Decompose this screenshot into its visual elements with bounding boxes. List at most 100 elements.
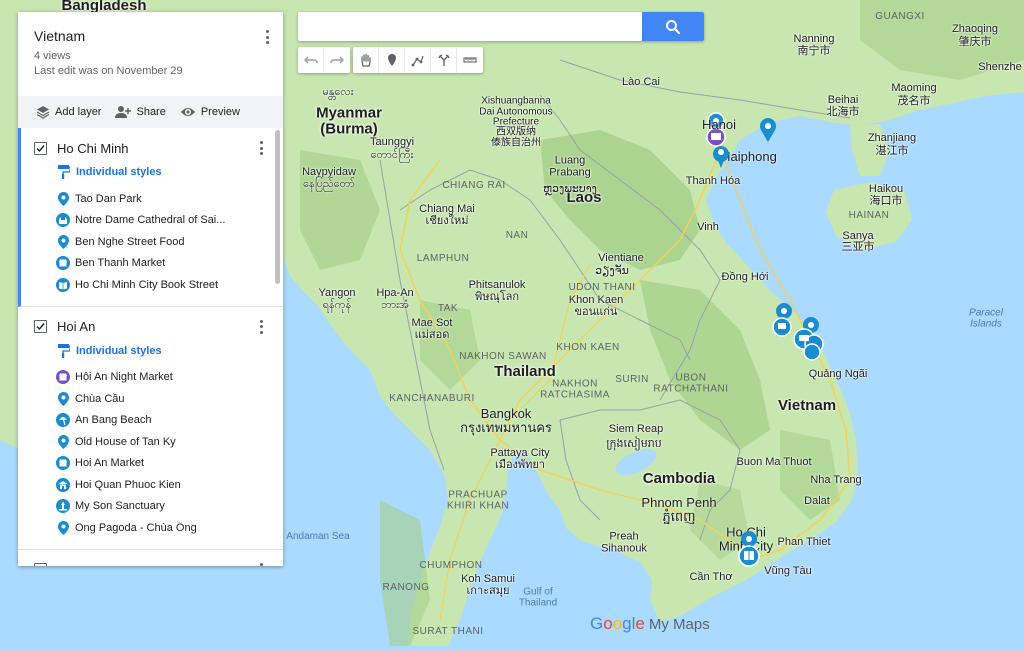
item-label: Chùa Cầu — [75, 392, 125, 405]
map-label-chiang-mai-th: เชียงใหม่ — [425, 215, 469, 228]
item-label: Ong Pagoda - Chùa Ông — [75, 521, 197, 534]
layers-list: Ho Chi Minh Individual styles Tao Dan Pa… — [18, 128, 283, 566]
layer-ho-chi-minh[interactable]: Ho Chi Minh Individual styles Tao Dan Pa… — [18, 128, 283, 307]
list-item[interactable]: My Son Sanctuary — [18, 496, 283, 518]
map-label-pattaya-th: เมืองพัทยา — [494, 459, 546, 472]
map-label-andaman-sea: Andaman Sea — [286, 530, 350, 542]
layer-options-menu-icon[interactable] — [253, 318, 269, 336]
map-options-menu-icon[interactable] — [259, 28, 275, 46]
map-label-luang-prabang: Luang Prabang — [549, 154, 591, 178]
layer-style-label: Individual styles — [76, 344, 162, 357]
map-label-nan: NAN — [505, 229, 529, 241]
redo-button[interactable] — [324, 47, 350, 73]
map-title[interactable]: Vietnam — [34, 28, 267, 44]
directions-button[interactable] — [431, 47, 457, 73]
map-label-mandalay-my: မန္တလေး — [322, 86, 354, 99]
layer-options-menu-icon[interactable] — [253, 561, 269, 567]
layer-visibility-checkbox[interactable] — [34, 141, 47, 155]
map-label-yangon: Yangon — [318, 287, 356, 300]
map-label-haikou-zh: 海口市 — [869, 195, 903, 208]
add-layer-button[interactable]: Add layer — [36, 105, 101, 119]
map-label-phitsanulok: Phitsanulok — [468, 279, 526, 292]
search-button[interactable] — [642, 12, 704, 41]
layer-header — [18, 560, 283, 567]
search-icon — [666, 19, 681, 34]
landmark-icon — [56, 499, 70, 514]
map-label-chumphon: CHUMPHON — [419, 559, 483, 571]
map-label-haiphong: Haiphong — [721, 149, 777, 165]
list-item[interactable]: Ben Nghe Street Food — [21, 231, 283, 253]
list-item[interactable]: Tao Dan Park — [21, 188, 283, 210]
list-item[interactable]: Ben Thanh Market — [21, 253, 283, 275]
paint-roller-icon — [58, 343, 70, 358]
map-label-haikou: Haikou — [868, 183, 904, 196]
map-label-mae-sot-th: แม่สอด — [414, 329, 450, 342]
map-label-thailand: Thailand — [494, 363, 556, 381]
layer-next-partial[interactable] — [18, 550, 283, 567]
list-item[interactable]: An Bang Beach — [18, 410, 283, 432]
undo-button[interactable] — [298, 47, 324, 73]
map-label-taunggyi-my: တောင်ကြီး — [370, 149, 414, 162]
layer-title[interactable]: Hoi An — [57, 319, 95, 334]
list-item[interactable]: Notre Dame Cathedral of Sai... — [21, 210, 283, 232]
share-button[interactable]: Share — [115, 105, 166, 119]
list-item[interactable]: Ho Chi Minh City Book Street — [21, 274, 283, 296]
map-label-mae-sot: Mae Sot — [411, 317, 453, 330]
check-icon — [36, 323, 45, 331]
eye-icon — [180, 108, 195, 116]
map-label-vung-tau: Vũng Tàu — [764, 565, 812, 578]
map-label-paracel: Paracel Islands — [969, 307, 1003, 329]
list-item[interactable]: Hoi Quan Phuoc Kien — [18, 474, 283, 496]
list-item[interactable]: Old House of Tan Ky — [18, 431, 283, 453]
map-label-hainan: HAINAN — [848, 209, 890, 221]
market-icon — [56, 256, 70, 271]
pan-tool-button[interactable] — [353, 47, 379, 73]
map-label-vietnam: Vietnam — [777, 397, 837, 415]
layer-hoi-an[interactable]: Hoi An Individual styles Hội An Night Ma… — [18, 307, 283, 550]
add-person-icon — [115, 106, 132, 118]
map-label-phnom-penh-km: ភ្នំពេញ — [662, 509, 696, 525]
measure-button[interactable] — [457, 47, 483, 73]
layer-options-menu-icon[interactable] — [253, 139, 269, 157]
map-label-phitsanulok-th: พิษณุโลก — [474, 291, 520, 304]
map-label-koh-samui: Koh Samui — [461, 573, 515, 586]
layer-visibility-checkbox[interactable] — [34, 320, 47, 333]
last-edit-text: Last edit was on November 29 — [34, 65, 183, 77]
map-label-myanmar: Myanmar (Burma) — [316, 104, 382, 137]
map-label-xishuangbanna-zh: 西双版纳 傣族自治州 — [491, 126, 541, 148]
layer-style-link[interactable]: Individual styles — [18, 340, 283, 362]
map-label-hcmc: Ho Chi Minh City — [718, 524, 774, 553]
map-label-zhanjiang: Zhanjiang — [867, 132, 917, 145]
draw-line-button[interactable] — [405, 47, 431, 73]
google-wordmark: Google — [590, 614, 645, 633]
map-label-lao-cai: Lào Cai — [622, 76, 660, 89]
map-search-box[interactable] — [298, 12, 704, 41]
layer-header: Hoi An — [18, 317, 283, 337]
map-label-bangkok: Bangkok — [480, 406, 532, 422]
add-layer-label: Add layer — [55, 106, 102, 118]
search-input[interactable] — [298, 12, 642, 41]
layer-visibility-checkbox[interactable] — [34, 563, 47, 566]
pin-icon — [56, 434, 70, 449]
layer-title[interactable]: Ho Chi Minh — [57, 141, 129, 156]
add-marker-button[interactable] — [379, 47, 405, 73]
list-item[interactable]: Hoi An Market — [18, 453, 283, 475]
map-label-buon-ma-thuot: Buon Ma Thuot — [736, 456, 812, 469]
list-item[interactable]: Chùa Cầu — [18, 388, 283, 410]
redo-icon — [330, 56, 344, 64]
map-toolbar — [298, 47, 483, 73]
map-label-gulf-of-thailand: Gulf of Thailand — [518, 586, 558, 608]
map-label-udon-thani: UDON THANI — [568, 281, 636, 293]
map-label-prachuap: PRACHUAP KHIRI KHAN — [446, 489, 510, 511]
layer-style-link[interactable]: Individual styles — [21, 161, 283, 183]
list-item[interactable]: Hội An Night Market — [18, 367, 283, 389]
map-label-hpa-an: Hpa-An — [376, 287, 414, 300]
map-label-chiang-mai: Chiang Mai — [419, 203, 475, 216]
preview-button[interactable]: Preview — [180, 106, 240, 118]
layer-header: Ho Chi Minh — [21, 138, 283, 158]
map-label-can-tho: Cần Thơ — [689, 571, 733, 584]
map-label-hpa-an-my: ဘားအံ — [380, 299, 410, 312]
item-label: An Bang Beach — [75, 414, 152, 427]
map-label-ranong: RANONG — [382, 581, 430, 593]
list-item[interactable]: Ong Pagoda - Chùa Ông — [18, 517, 283, 539]
